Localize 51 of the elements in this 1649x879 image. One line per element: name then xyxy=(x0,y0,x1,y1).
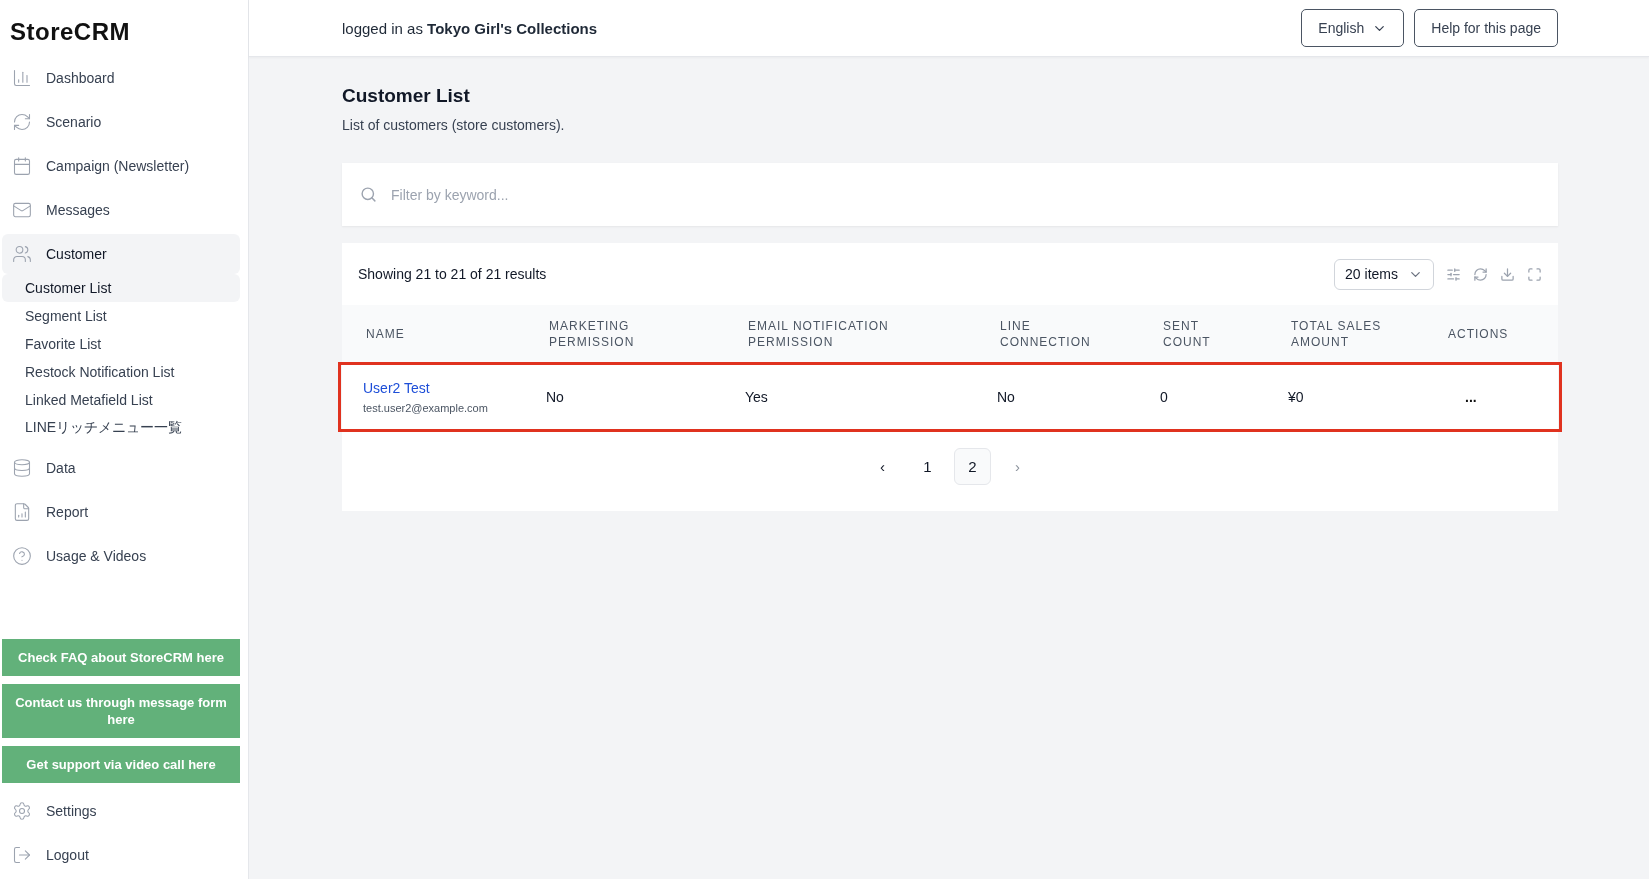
column-header: LINE CONNECTION xyxy=(1000,317,1092,350)
customer-name-link[interactable]: User2 Test xyxy=(363,380,430,396)
previous-page-button[interactable]: ‹ xyxy=(864,448,901,485)
table-cell-text: No xyxy=(997,389,1016,405)
column-header: TOTAL SALES AMOUNT xyxy=(1291,317,1383,350)
logout-icon xyxy=(12,845,32,865)
actions-menu-button[interactable]: ... xyxy=(1459,388,1483,406)
page-subtitle: List of customers (store customers). xyxy=(342,117,566,133)
page-button[interactable]: 1 xyxy=(909,448,946,485)
sidebar-subitem[interactable]: Segment List xyxy=(2,302,240,330)
sidebar-item[interactable]: Scenario xyxy=(2,102,240,142)
search-input[interactable]: Filter by keyword... xyxy=(389,185,1540,204)
fullscreen-icon[interactable] xyxy=(1527,266,1542,282)
sidebar-subitem[interactable]: LINEリッチメニュー一覧 xyxy=(2,414,240,442)
sidebar-subitem[interactable]: Restock Notification List xyxy=(2,358,240,386)
download-icon[interactable] xyxy=(1500,266,1515,282)
sidebar-item[interactable]: Data xyxy=(2,448,240,488)
search-icon xyxy=(360,186,377,203)
table-cell-text: 0 xyxy=(1160,389,1169,405)
language-select[interactable]: English xyxy=(1301,9,1405,47)
app-logo: StoreCRM xyxy=(9,17,131,47)
sidebar-subitem[interactable]: Favorite List xyxy=(2,330,240,358)
sidebar-subitem[interactable]: Customer List xyxy=(2,274,240,302)
page-size-select[interactable]: 20 items xyxy=(1334,258,1434,290)
help-button[interactable]: Help for this page xyxy=(1414,9,1558,47)
table-cell-text: ¥0 xyxy=(1288,389,1305,405)
sidebar-item[interactable]: Campaign (Newsletter) xyxy=(2,146,240,186)
customer-email: test.user2@example.com xyxy=(363,402,489,414)
page-button[interactable]: 2 xyxy=(954,448,991,485)
login-status: logged in as Tokyo Girl's Collections xyxy=(342,19,599,37)
sidebar-item[interactable]: Usage & Videos xyxy=(2,536,240,576)
sidebar-item[interactable]: Report xyxy=(2,492,240,532)
results-summary: Showing 21 to 21 of 21 results xyxy=(358,266,548,282)
sidebar-item[interactable]: Settings xyxy=(2,791,240,831)
sidebar-item[interactable]: Logout xyxy=(2,835,240,875)
sidebar-item[interactable]: Customer xyxy=(2,234,240,274)
sliders-icon[interactable] xyxy=(1446,266,1461,282)
column-header: SENT COUNT xyxy=(1163,317,1212,350)
sidebar-subitem[interactable]: Linked Metafield List xyxy=(2,386,240,414)
column-header: NAME xyxy=(366,325,406,342)
page-title: Customer List xyxy=(342,85,471,107)
column-header: EMAIL NOTIFICATION PERMISSION xyxy=(748,317,890,350)
column-header: ACTIONS xyxy=(1448,325,1510,342)
search-field[interactable]: Filter by keyword... xyxy=(342,163,1558,226)
settings-icon xyxy=(12,801,32,821)
sidebar-item[interactable]: Messages xyxy=(2,190,240,230)
refresh-icon[interactable] xyxy=(1473,266,1488,282)
table-cell-text: No xyxy=(546,389,565,405)
table-cell-text: Yes xyxy=(745,389,769,405)
sidebar-item[interactable]: Dashboard xyxy=(2,58,240,98)
column-header: MARKETING PERMISSION xyxy=(549,317,636,350)
